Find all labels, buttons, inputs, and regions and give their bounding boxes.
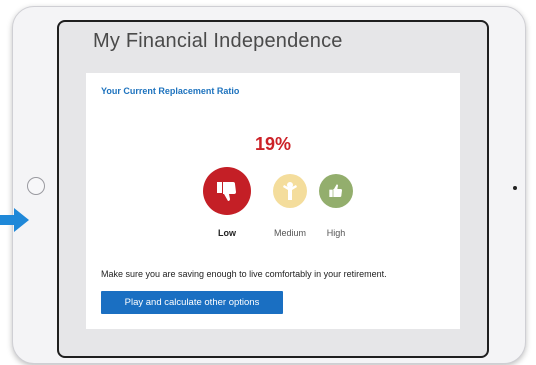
replacement-ratio-value: 19% xyxy=(254,134,292,154)
camera-dot xyxy=(513,186,517,190)
arrow-right-icon xyxy=(0,208,29,232)
rating-high xyxy=(319,174,353,208)
rating-medium xyxy=(273,174,307,208)
person-icon xyxy=(283,182,297,200)
page-title: My Financial Independence xyxy=(93,30,343,52)
home-button[interactable] xyxy=(27,177,45,195)
thumbs-down-icon xyxy=(217,182,236,201)
advice-message: Make sure you are saving enough to live … xyxy=(101,269,387,279)
rating-low xyxy=(203,167,251,215)
replacement-ratio-card: Your Current Replacement Ratio 19% Low M… xyxy=(86,73,460,329)
rating-label-high: High xyxy=(326,228,346,238)
rating-label-low: Low xyxy=(218,228,236,238)
app-screen: My Financial Independence Your Current R… xyxy=(57,20,489,358)
card-heading: Your Current Replacement Ratio xyxy=(101,86,240,96)
thumbs-up-icon xyxy=(329,184,342,197)
play-calculate-button[interactable]: Play and calculate other options xyxy=(101,291,283,314)
